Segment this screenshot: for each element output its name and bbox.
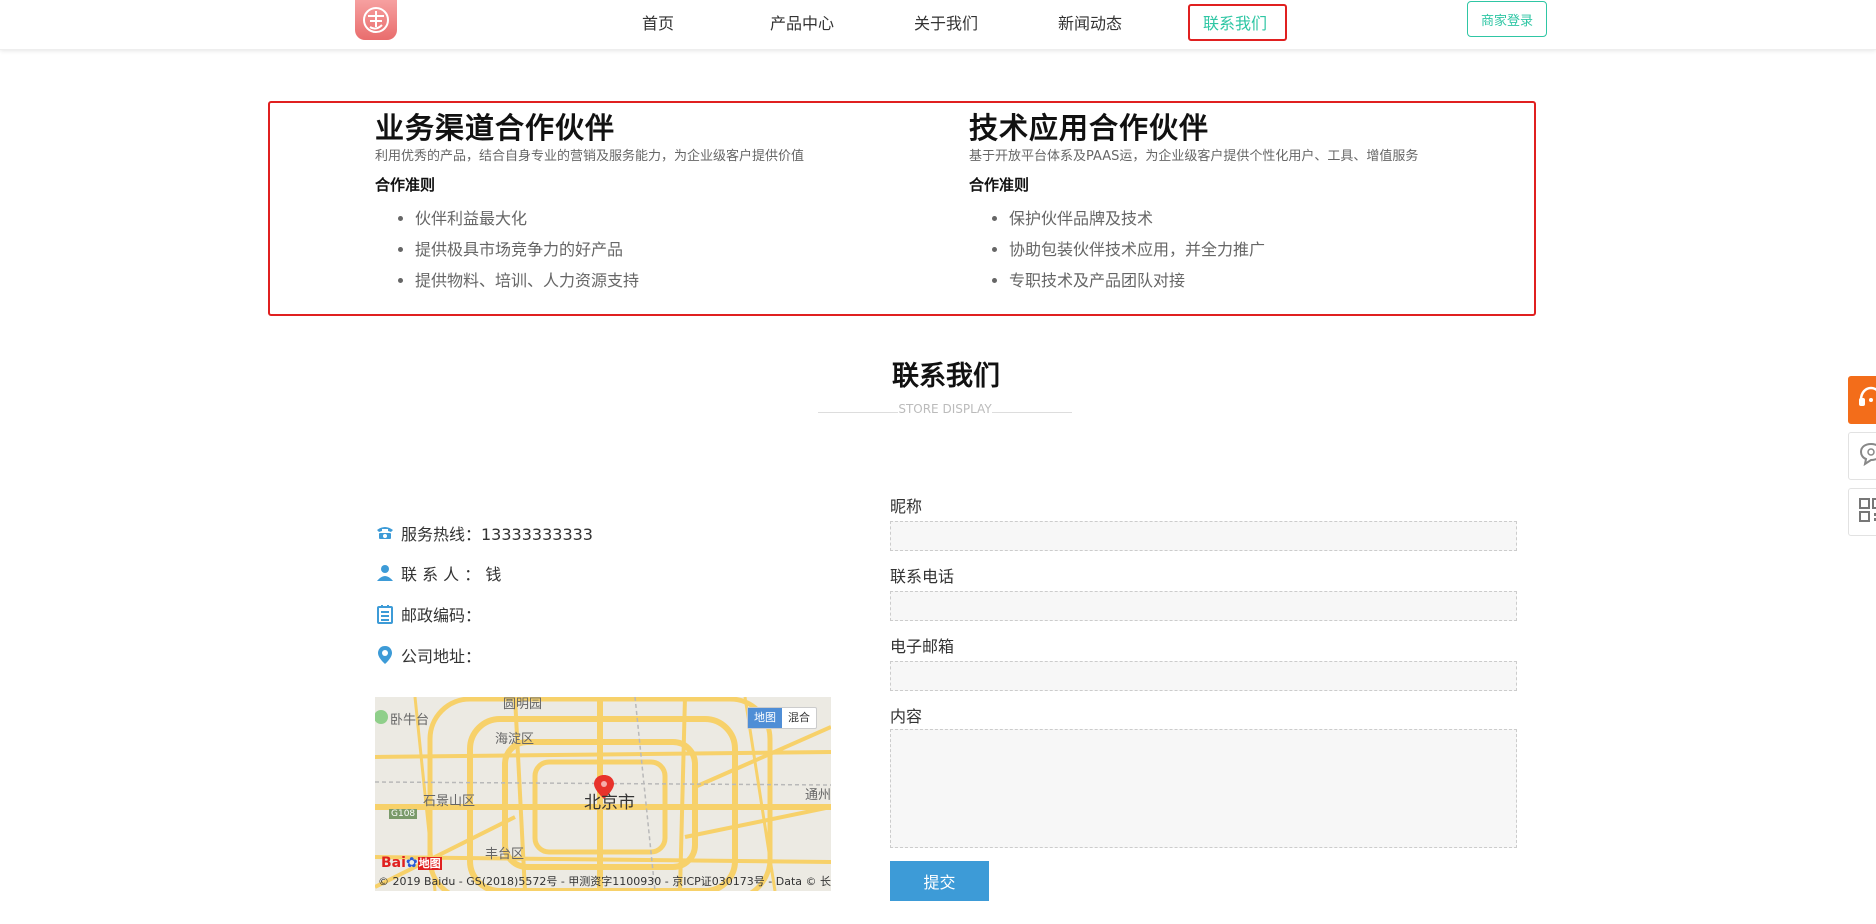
list-item: 专职技术及产品团队对接 [1009,265,1529,296]
map-label-haidian: 海淀区 [495,732,535,747]
contact-person-text: 联 系 人 ： 钱 [401,565,502,584]
contact-subtitle-text: STORE DISPLAY [898,402,992,416]
notepad-icon [375,604,395,624]
baidu-map[interactable]: 地图 混合 卧牛台 圆明园 海淀区 石景山区 丰台区 通州 G108 北京市 B… [375,697,831,891]
phone-label: 联系电话 [890,567,955,586]
contact-section-title: 联系我们 [892,361,1000,392]
submit-button[interactable]: 提交 [890,861,989,901]
baidu-logo-suffix: 地图 [417,857,442,870]
map-label-tongzhou: 通州 [805,788,831,803]
location-pin-icon [375,645,395,665]
map-type-hybrid[interactable]: 混合 [782,708,816,728]
nav-contact-highlight [1188,4,1287,41]
address-text: 公司地址： [401,647,482,666]
customer-service-button[interactable] [1848,376,1876,424]
contact-subtitle: STORE DISPLAY [818,400,1072,418]
list-item: 提供极具市场竞争力的好产品 [415,234,935,265]
nav-news[interactable]: 新闻动态 [1058,10,1122,34]
email-input[interactable] [890,661,1517,691]
map-city-label: 北京市 [584,793,635,813]
tech-partner-desc: 基于开放平台体系及PAAS运，为企业级客户提供个性化用户、工具、增值服务 [969,149,1419,164]
content-label: 内容 [890,707,923,726]
postcode-row: 邮政编码： [375,602,481,626]
tech-principles-title: 合作准则 [969,176,1030,194]
contact-person-row: 联 系 人 ： 钱 [375,561,501,585]
baidu-paw-icon: ✿ [405,855,418,871]
business-partner-title: 业务渠道合作伙伴 [375,111,616,145]
business-principles-title: 合作准则 [375,176,436,194]
divider [992,412,1072,413]
list-item: 提供物料、培训、人力资源支持 [415,265,935,296]
brand-logo-icon[interactable] [355,0,397,40]
map-label-wofusi: 卧牛台 [390,713,430,728]
content-textarea[interactable] [890,729,1517,848]
nav-products[interactable]: 产品中心 [770,10,834,34]
phone-icon [375,523,395,543]
tech-partner-section: 技术应用合作伙伴 基于开放平台体系及PAAS运，为企业级客户提供个性化用户、工具… [969,110,1529,296]
tech-partner-title: 技术应用合作伙伴 [969,111,1210,145]
map-label-road: G108 [389,809,418,819]
list-item: 保护伙伴品牌及技术 [1009,203,1529,234]
map-type-toggle[interactable]: 地图 混合 [747,707,817,729]
nickname-input[interactable] [890,521,1517,551]
email-label: 电子邮箱 [890,637,955,656]
hotline-row: 服务热线：13333333333 [375,521,593,545]
nav-home[interactable]: 首页 [642,10,674,34]
map-copyright: © 2019 Baidu - GS(2018)5572号 - 甲测资字11009… [378,875,831,888]
map-label-shijingshan: 石景山区 [423,794,476,809]
business-principles-list: 伙伴利益最大化 提供极具市场竞争力的好产品 提供物料、培训、人力资源支持 [375,203,935,296]
postcode-text: 邮政编码： [401,606,482,625]
qrcode-icon [1857,496,1876,528]
phone-input[interactable] [890,591,1517,621]
nickname-label: 昵称 [890,497,923,516]
map-type-map[interactable]: 地图 [748,708,782,728]
site-header: 首页 产品中心 关于我们 新闻动态 联系我们 商家登录 [0,0,1876,50]
user-icon [375,563,395,583]
baidu-map-logo[interactable]: Bai✿地图 [381,855,442,871]
business-partner-section: 业务渠道合作伙伴 利用优秀的产品，结合自身专业的营销及服务能力，为企业级客户提供… [375,110,935,296]
list-item: 伙伴利益最大化 [415,203,935,234]
hotline-text: 服务热线：13333333333 [401,525,593,544]
feedback-icon [1857,440,1876,472]
merchant-login-button[interactable]: 商家登录 [1467,1,1547,37]
feedback-button[interactable] [1848,432,1876,480]
nav-about[interactable]: 关于我们 [914,10,978,34]
map-label-yuanmingyuan: 圆明园 [503,697,543,712]
tech-principles-list: 保护伙伴品牌及技术 协助包装伙伴技术应用，并全力推广 专职技术及产品团队对接 [969,203,1529,296]
baidu-logo-text: Bai [381,855,406,871]
headset-icon [1857,384,1876,416]
address-row: 公司地址： [375,643,481,667]
qrcode-button[interactable] [1848,488,1876,536]
list-item: 协助包装伙伴技术应用，并全力推广 [1009,234,1529,265]
business-partner-desc: 利用优秀的产品，结合自身专业的营销及服务能力，为企业级客户提供价值 [375,149,805,164]
map-label-fengtai: 丰台区 [485,847,525,862]
